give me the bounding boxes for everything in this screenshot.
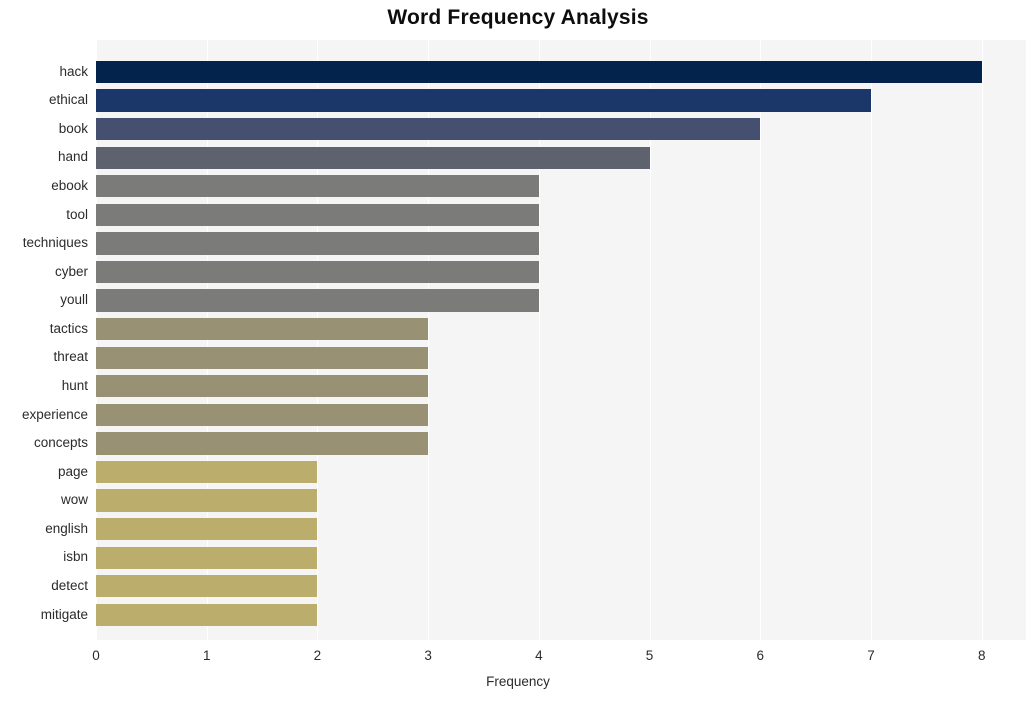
bar-tactics — [96, 318, 429, 341]
x-tick-label-5: 5 — [645, 648, 654, 663]
bar-detect — [96, 575, 318, 598]
bars-container — [96, 40, 1026, 640]
x-axis-tick-labels: 0 1 2 3 4 5 6 7 8 — [0, 648, 1036, 668]
bar-row — [96, 58, 1026, 87]
x-tick-label-2: 2 — [313, 648, 322, 663]
bar-row — [96, 229, 1026, 258]
bar-row — [96, 543, 1026, 572]
x-tick-label-3: 3 — [424, 648, 432, 663]
x-tick-label-8: 8 — [977, 648, 986, 663]
y-tick-label-hack: hack — [59, 63, 88, 79]
y-tick-label-detect: detect — [51, 578, 88, 593]
y-tick-label-threat: threat — [53, 349, 88, 365]
bar-youll — [96, 289, 539, 312]
x-tick-label-0: 0 — [92, 648, 100, 663]
bar-threat — [96, 346, 429, 369]
y-axis-tick-labels: hack ethical book hand ebook tool techniques cy… — [0, 40, 88, 640]
bar-row — [96, 201, 1026, 230]
bar-row — [96, 429, 1026, 458]
x-axis-title: Frequency — [486, 674, 550, 689]
bar-row — [96, 601, 1026, 630]
bar-row — [96, 458, 1026, 487]
x-tick-label-6: 6 — [756, 648, 765, 663]
bar-techniques — [96, 232, 539, 255]
x-tick-label-4: 4 — [535, 648, 543, 663]
bar-row — [96, 143, 1026, 172]
bar-row — [96, 315, 1026, 344]
bar-page — [96, 460, 318, 484]
y-tick-label-isbn: isbn — [63, 549, 88, 565]
y-tick-label-mitigate: mitigate — [40, 606, 88, 622]
bar-row — [96, 86, 1026, 115]
y-tick-label-experience: experience — [21, 406, 88, 422]
y-tick-label-english: english — [45, 520, 88, 536]
bar-row — [96, 258, 1026, 287]
bar-mitigate — [96, 603, 318, 626]
bar-row — [96, 401, 1026, 430]
bar-hunt — [96, 375, 429, 398]
y-tick-label-techniques: techniques — [22, 235, 88, 251]
bar-row — [96, 115, 1026, 144]
bar-row — [96, 372, 1026, 401]
bar-row — [96, 515, 1026, 544]
bar-row — [96, 286, 1026, 315]
bar-row — [96, 172, 1026, 201]
bar-row — [96, 343, 1026, 372]
bar-hack — [96, 60, 982, 84]
bar-ebook — [96, 175, 539, 198]
bar-isbn — [96, 546, 318, 569]
chart-title: Word Frequency Analysis — [387, 6, 649, 29]
y-tick-label-hunt: hunt — [61, 378, 88, 393]
x-tick-label-7: 7 — [867, 648, 875, 663]
y-tick-label-tool: tool — [66, 206, 88, 222]
y-tick-label-concepts: concepts — [33, 435, 88, 451]
bar-hand — [96, 146, 650, 169]
y-tick-label-wow: wow — [60, 492, 88, 508]
bar-ethical — [96, 89, 871, 112]
bar-row — [96, 486, 1026, 515]
y-tick-label-cyber: cyber — [54, 263, 88, 279]
plot-area — [96, 40, 1026, 640]
y-tick-label-page: page — [57, 463, 88, 479]
y-tick-label-tactics: tactics — [49, 320, 88, 336]
y-tick-label-ebook: ebook — [51, 178, 88, 193]
y-tick-label-hand: hand — [57, 149, 88, 165]
bar-cyber — [96, 260, 539, 284]
bar-book — [96, 118, 761, 141]
bar-tool — [96, 203, 539, 226]
bar-english — [96, 518, 318, 541]
word-frequency-chart: Word Frequency Analysis hack ethical book h… — [0, 0, 1036, 701]
y-tick-label-youll: youll — [60, 292, 88, 308]
y-tick-label-book: book — [58, 120, 88, 136]
bar-wow — [96, 489, 318, 512]
y-tick-label-ethical: ethical — [48, 92, 88, 108]
x-tick-label-1: 1 — [202, 648, 211, 663]
bar-concepts — [96, 432, 429, 455]
bar-experience — [96, 403, 429, 426]
bar-row — [96, 572, 1026, 601]
